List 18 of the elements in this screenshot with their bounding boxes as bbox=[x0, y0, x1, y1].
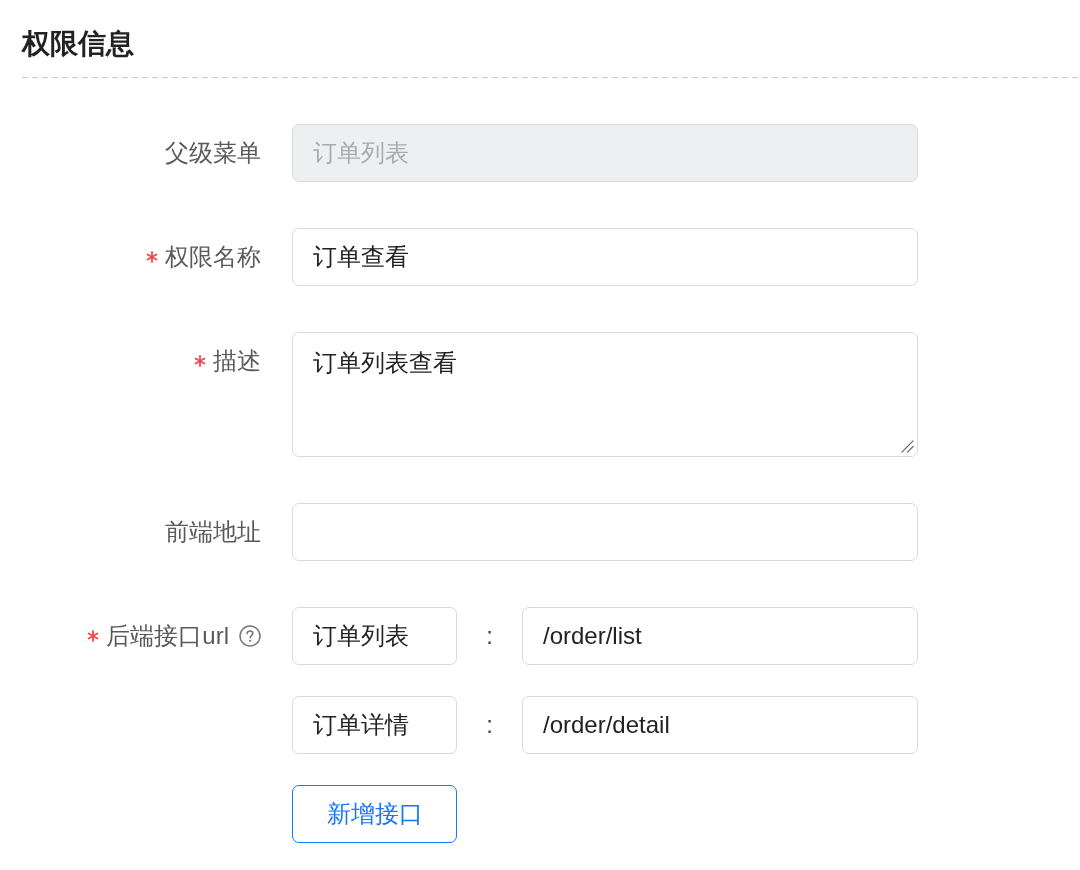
separator-colon: : bbox=[485, 621, 494, 651]
field-label: 后端接口url bbox=[106, 621, 229, 651]
section-title: 权限信息 bbox=[22, 27, 134, 61]
field-label: 权限名称 bbox=[165, 242, 261, 272]
api-url-field[interactable]: /order/list bbox=[522, 607, 918, 665]
add-api-button[interactable]: 新增接口 bbox=[292, 785, 457, 843]
help-icon[interactable] bbox=[239, 625, 261, 647]
field-label: 前端地址 bbox=[165, 517, 261, 547]
text-field[interactable] bbox=[292, 503, 918, 561]
text-field[interactable]: 订单查看 bbox=[292, 228, 918, 286]
api-name-field[interactable]: 订单详情 bbox=[292, 696, 457, 754]
field-label: 父级菜单 bbox=[165, 138, 261, 168]
separator-colon: : bbox=[485, 710, 494, 740]
resize-grip-icon[interactable] bbox=[901, 440, 914, 453]
field-label: 描述 bbox=[213, 346, 261, 376]
api-name-field[interactable]: 订单列表 bbox=[292, 607, 457, 665]
api-url-field[interactable]: /order/detail bbox=[522, 696, 918, 754]
textarea-field[interactable]: 订单列表查看 bbox=[292, 332, 918, 457]
